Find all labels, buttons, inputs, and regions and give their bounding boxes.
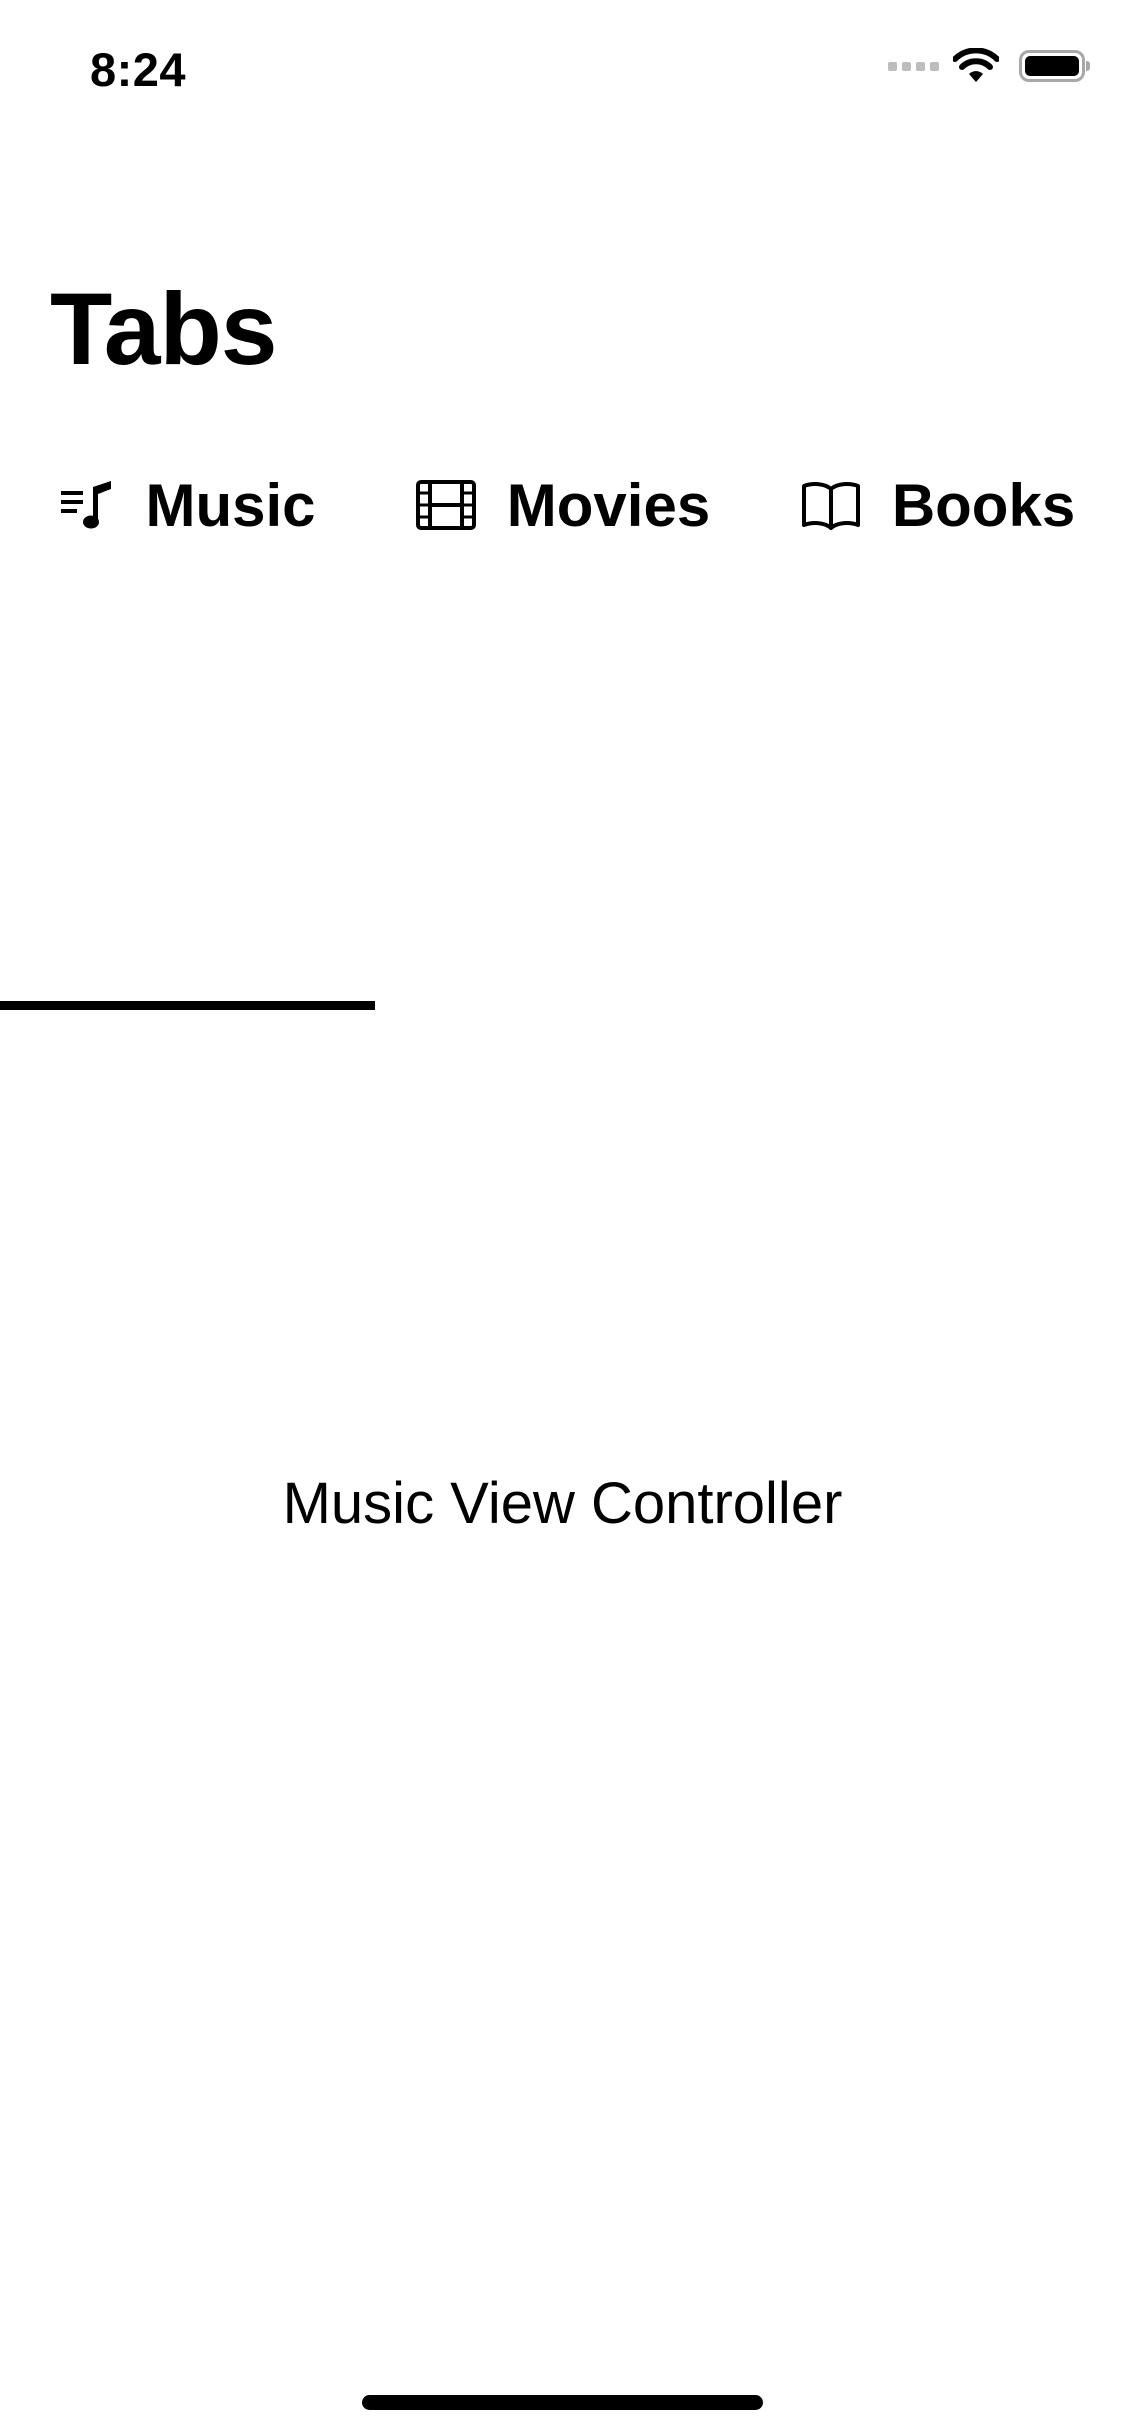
music-list-icon — [59, 477, 115, 533]
tab-books-label: Books — [891, 471, 1076, 539]
home-indicator[interactable] — [362, 2395, 763, 2410]
tab-music-label: Music — [145, 471, 316, 539]
signal-dots-icon — [888, 61, 939, 71]
page-title: Tabs — [50, 272, 277, 386]
content-label: Music View Controller — [282, 1471, 843, 1536]
wifi-icon — [953, 48, 999, 82]
tab-selection-indicator — [0, 1001, 375, 1010]
status-bar: 8:24 — [0, 0, 1125, 140]
tab-movies-label: Movies — [506, 471, 711, 539]
tab-music[interactable]: Music — [0, 440, 375, 570]
book-icon — [800, 477, 862, 533]
status-time: 8:24 — [90, 43, 187, 96]
status-icons — [888, 48, 1090, 84]
battery-icon — [1019, 50, 1090, 82]
film-icon — [415, 477, 477, 533]
tab-bar: Music Movies Books — [0, 440, 1125, 1010]
tab-movies[interactable]: Movies — [375, 440, 750, 570]
tab-books[interactable]: Books — [750, 440, 1125, 570]
